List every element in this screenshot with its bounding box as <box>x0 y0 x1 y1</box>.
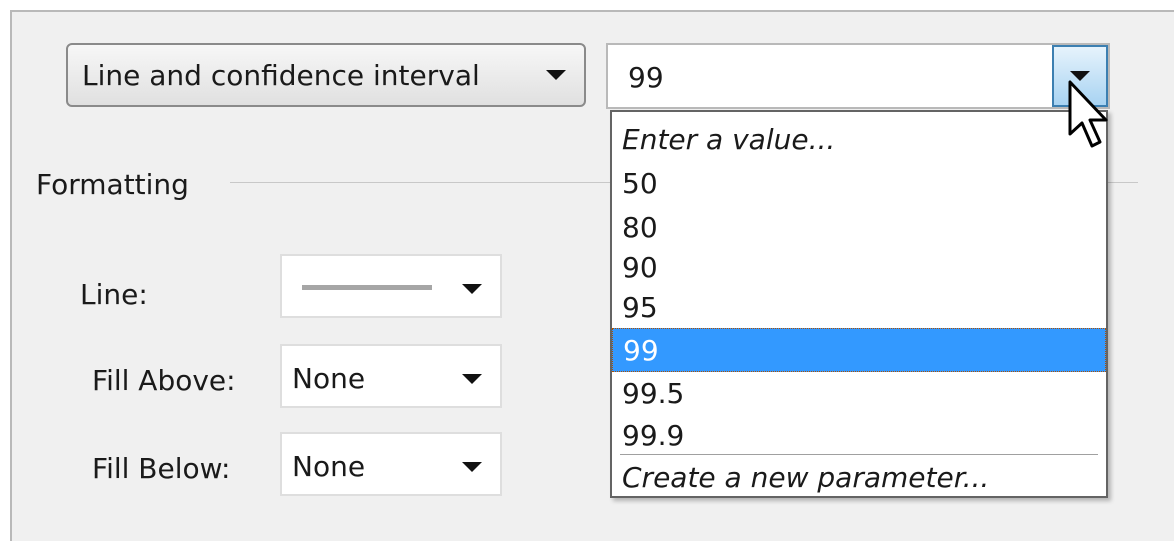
chevron-down-icon <box>462 462 482 472</box>
fill-above-value: None <box>292 362 366 395</box>
section-divider <box>230 182 610 183</box>
option-80[interactable]: 80 <box>612 206 1106 250</box>
chevron-down-icon <box>462 284 482 294</box>
fill-below-value: None <box>292 450 366 483</box>
mark-type-label: Line and confidence interval <box>82 58 480 92</box>
line-style-combo[interactable] <box>280 254 502 318</box>
option-enter-value[interactable]: Enter a value... <box>612 118 1106 162</box>
fill-above-label: Fill Above: <box>92 364 236 397</box>
list-divider <box>620 454 1098 455</box>
line-label: Line: <box>80 278 148 311</box>
confidence-dropdown-list: Enter a value... 50 80 90 95 99 99.5 99.… <box>610 110 1108 498</box>
chevron-down-icon <box>462 374 482 384</box>
mouse-pointer-icon <box>1068 80 1108 148</box>
section-divider <box>1106 182 1138 183</box>
option-create-parameter[interactable]: Create a new parameter... <box>612 456 1106 500</box>
fill-below-combo[interactable]: None <box>280 432 502 496</box>
option-95[interactable]: 95 <box>612 286 1106 330</box>
option-99-5[interactable]: 99.5 <box>612 372 1106 416</box>
chevron-down-icon <box>546 70 566 80</box>
option-99[interactable]: 99 <box>612 328 1106 372</box>
option-99-9[interactable]: 99.9 <box>612 414 1106 458</box>
fill-below-label: Fill Below: <box>92 452 231 485</box>
option-90[interactable]: 90 <box>612 246 1106 290</box>
fill-above-combo[interactable]: None <box>280 344 502 408</box>
confidence-level-value[interactable]: 99 <box>628 61 664 94</box>
confidence-level-combo[interactable]: 99 <box>606 43 1110 109</box>
section-title: Formatting <box>36 168 189 201</box>
mark-type-combo[interactable]: Line and confidence interval <box>66 43 586 107</box>
line-swatch <box>302 285 432 290</box>
option-50[interactable]: 50 <box>612 162 1106 206</box>
